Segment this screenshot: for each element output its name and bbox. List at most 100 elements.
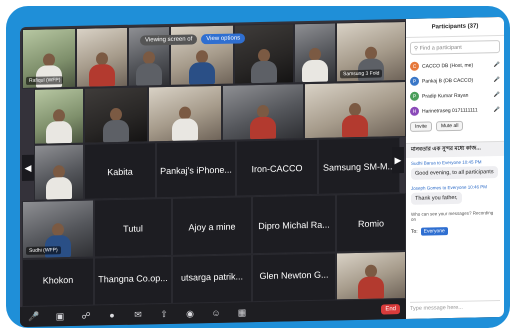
participant-title: Khokon — [42, 275, 74, 286]
participants-icon[interactable]: ● — [106, 310, 118, 320]
invite-button[interactable]: Invite — [410, 121, 432, 132]
video-tile[interactable]: Romio — [336, 192, 406, 253]
security-icon[interactable]: ☍ — [80, 310, 92, 321]
prev-page-button[interactable]: ◀ — [22, 154, 34, 182]
participant-row-name: CACCO DB (Host, me) — [422, 62, 474, 70]
mute-all-button[interactable]: Mute all — [435, 120, 464, 132]
reactions-icon[interactable]: ☺ — [210, 308, 222, 318]
participant-title: Samsung SM-M... — [322, 160, 396, 173]
end-button[interactable]: End — [381, 304, 400, 315]
participant-title: Thangna Co.op... — [98, 273, 168, 285]
avatar: P — [410, 91, 419, 101]
chat-recipient: To: Everyone — [406, 224, 504, 238]
avatar: C — [410, 61, 419, 71]
video-icon[interactable]: ▣ — [54, 311, 66, 322]
share-screen-icon[interactable]: ⇧ — [158, 308, 170, 319]
participant-name: Sudhi (WFP) — [26, 246, 61, 255]
participant-avatar — [136, 51, 162, 86]
next-page-button[interactable]: ▶ — [392, 147, 404, 174]
participant-name: Rafiqul (WFP) — [26, 76, 64, 85]
participant-avatar — [46, 165, 72, 200]
participant-title: Pankaj's iPhone... — [160, 164, 232, 176]
participant-title: Dipro Michal Ra... — [258, 219, 330, 231]
participant-title: Tutul — [123, 223, 143, 234]
mic-icon: 🎤 — [493, 106, 500, 113]
chat-icon[interactable]: ✉ — [132, 309, 144, 320]
video-tile[interactable] — [76, 26, 128, 88]
participant-title: utsarga patrik... — [180, 271, 244, 283]
chat-message: Sudhi Barua to Everyone 10:45 PM Good ev… — [406, 156, 504, 183]
recipient-selector[interactable]: Everyone — [420, 227, 448, 236]
video-tile[interactable] — [34, 143, 84, 201]
view-options-button[interactable]: View options — [201, 33, 246, 45]
video-tile[interactable] — [148, 84, 222, 143]
video-tile[interactable]: Ajoy a mine — [172, 196, 252, 256]
chat-visibility-notice[interactable]: Who can see your messages? Recording on — [411, 210, 499, 222]
video-tile[interactable] — [304, 80, 406, 140]
participants-panel: Participants (37) ⚲ Find a participant C… — [406, 16, 504, 319]
participant-avatar — [342, 102, 368, 138]
recording-label: Viewing screen of — [140, 34, 198, 46]
participant-search-input[interactable]: ⚲ Find a participant — [410, 40, 500, 55]
participant-avatar — [302, 47, 328, 83]
mic-icon: 🎤 — [493, 61, 500, 68]
video-tile[interactable]: Samsung SM-M... — [318, 137, 400, 195]
video-tile[interactable]: Tutul — [94, 197, 172, 258]
chat-message-text: Thank you father, — [411, 191, 462, 205]
participant-avatar — [358, 264, 384, 299]
participant-row-name: Pankaj B (DB CACCO) — [422, 77, 474, 85]
zoom-window: Rafiqul (WFP) Samsung 3 Fold Viewing scr… — [20, 16, 504, 328]
participant-title: Romio — [357, 217, 384, 229]
participant-actions: Invite Mute all — [406, 117, 504, 135]
video-tile[interactable] — [222, 83, 304, 141]
participant-name: Samsung 3 Fold — [340, 69, 383, 79]
video-tile[interactable]: Sudhi (WFP) — [22, 199, 94, 260]
video-tile[interactable] — [336, 250, 406, 301]
chevron-left-icon: ◀ — [24, 162, 32, 173]
video-tile[interactable]: Khokon — [22, 257, 94, 308]
chat-message-sender: Joseph Gomes to Everyone 10:46 PM — [411, 184, 488, 191]
participants-header: Participants (37) — [406, 16, 504, 38]
participant-avatar — [89, 52, 115, 87]
video-tile[interactable]: Thangna Co.op... — [94, 255, 172, 306]
mic-icon[interactable]: 🎤 — [28, 311, 40, 322]
participant-avatar — [251, 48, 277, 84]
video-tile[interactable] — [294, 22, 336, 84]
participant-avatar — [250, 104, 276, 140]
mic-icon: 🎤 — [493, 91, 500, 98]
video-grid: Rafiqul (WFP) Samsung 3 Fold Viewing scr… — [20, 19, 406, 328]
view-banner: Viewing screen of View options — [140, 30, 246, 48]
video-tile[interactable]: Pankaj's iPhone... — [156, 140, 236, 199]
participant-title: Ajoy a mine — [188, 221, 236, 233]
participant-title: Glen Newton G... — [259, 269, 329, 282]
chevron-right-icon: ▶ — [394, 154, 402, 165]
video-tile[interactable]: Samsung 3 Fold — [336, 20, 406, 83]
device-frame: Rafiqul (WFP) Samsung 3 Fold Viewing scr… — [6, 6, 510, 328]
video-tile[interactable]: Kabita — [84, 142, 156, 200]
to-label: To: — [411, 228, 418, 235]
chat-message: Joseph Gomes to Everyone 10:46 PM Thank … — [406, 181, 504, 208]
video-tile[interactable]: Glen Newton G... — [252, 252, 336, 303]
chat-message-text: Good evening, to all participants — [411, 166, 498, 180]
record-icon[interactable]: ◉ — [184, 308, 196, 319]
participant-row-name: Harinetraseg 0171111111 — [422, 106, 478, 115]
participant-title: Iron-CACCO — [251, 162, 303, 174]
participant-title: Kabita — [107, 166, 133, 177]
video-tile[interactable]: Iron-CACCO — [236, 138, 318, 197]
chat-message-sender: Sudhi Barua to Everyone 10:45 PM — [411, 159, 482, 166]
avatar: P — [410, 76, 419, 86]
video-tile[interactable] — [34, 87, 84, 145]
participant-avatar — [172, 106, 198, 141]
participant-avatar — [189, 50, 215, 85]
apps-icon[interactable]: ▦ — [236, 307, 248, 318]
avatar: H — [410, 106, 419, 116]
video-tile[interactable]: utsarga patrik... — [172, 254, 252, 304]
participant-row-name: Pradip Kumar Rayan — [422, 92, 469, 100]
video-tile[interactable]: Rafiqul (WFP) — [22, 27, 76, 90]
video-tile[interactable] — [84, 86, 148, 144]
chat-compose-input[interactable]: Type message here... — [410, 300, 500, 315]
mic-icon: 🎤 — [493, 76, 500, 83]
video-tile[interactable]: Dipro Michal Ra... — [252, 194, 336, 255]
participant-avatar — [46, 109, 72, 144]
participant-avatar — [103, 107, 129, 143]
